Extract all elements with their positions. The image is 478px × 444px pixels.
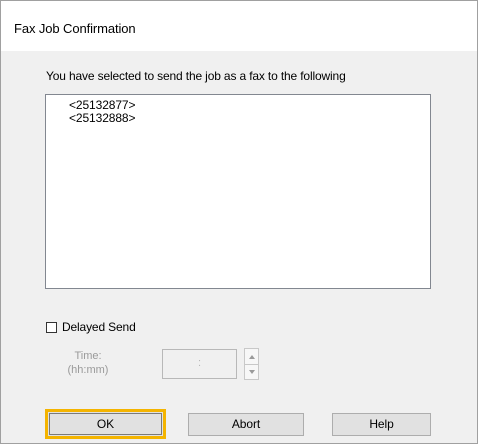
time-spinner[interactable] (244, 348, 259, 380)
help-button[interactable]: Help (332, 413, 431, 436)
dialog-title-bar[interactable]: Fax Job Confirmation (1, 1, 477, 51)
chevron-down-icon (248, 369, 255, 374)
list-item[interactable]: <25132888> (69, 112, 430, 125)
delayed-send-checkbox[interactable] (46, 321, 57, 333)
time-format-label: (hh:mm) (67, 364, 109, 376)
spin-down-button[interactable] (245, 364, 258, 379)
chevron-up-icon (248, 354, 255, 359)
ok-button[interactable]: OK (45, 409, 166, 439)
recipient-list[interactable]: <25132877> <25132888> (45, 94, 431, 289)
delayed-send-label[interactable]: Delayed Send (62, 320, 136, 334)
description-text: You have selected to send the job as a f… (46, 69, 346, 83)
time-input[interactable]: : (162, 349, 237, 379)
ok-button-label: OK (96, 417, 115, 431)
time-label: Time: (hh:mm) (65, 349, 111, 377)
abort-button[interactable]: Abort (188, 413, 304, 436)
spin-up-button[interactable] (245, 349, 258, 365)
delayed-send-row[interactable]: Delayed Send (46, 319, 136, 335)
time-label-line: Time: (74, 350, 102, 362)
dialog-title: Fax Job Confirmation (14, 21, 136, 36)
fax-job-confirmation-dialog: Fax Job Confirmation You have selected t… (0, 0, 478, 444)
dialog-body: You have selected to send the job as a f… (1, 51, 477, 443)
